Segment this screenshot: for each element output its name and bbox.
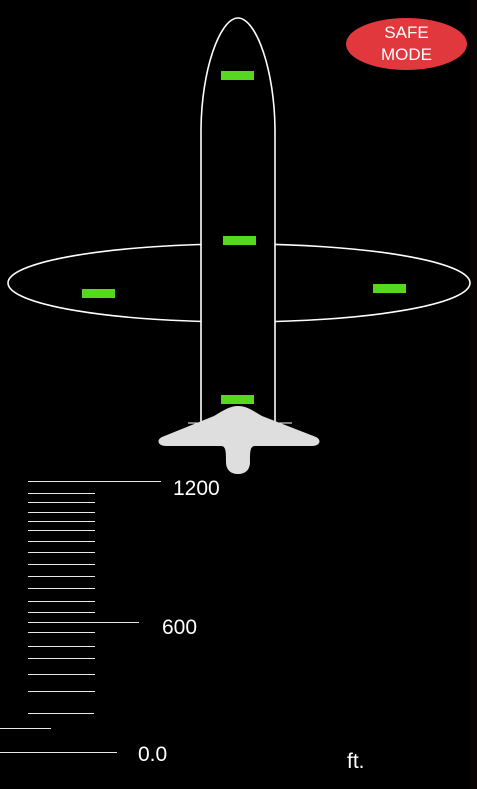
scale-tick xyxy=(28,521,95,522)
scale-tick xyxy=(28,713,94,714)
altitude-label-600: 600 xyxy=(162,616,198,639)
scale-tick xyxy=(28,612,95,613)
scale-tick xyxy=(28,588,95,589)
right-wing-indicator xyxy=(373,284,406,293)
aircraft-diagram xyxy=(7,17,471,474)
scale-tick xyxy=(28,564,95,565)
scale-tick xyxy=(28,552,95,553)
scale-tick xyxy=(28,646,95,647)
scale-tick xyxy=(28,658,95,659)
scale-tick-major-bottom xyxy=(0,752,117,753)
mid-fuselage-indicator xyxy=(223,236,256,245)
safe-mode-badge[interactable]: SAFE MODE xyxy=(346,18,467,70)
scale-tick xyxy=(28,576,95,577)
scale-tick xyxy=(28,512,95,513)
altitude-label-1200: 1200 xyxy=(173,477,220,500)
scale-tick xyxy=(28,530,95,531)
scale-tick xyxy=(28,493,95,494)
safe-mode-line2: MODE xyxy=(381,45,432,64)
scale-tick xyxy=(28,691,95,692)
scale-tick xyxy=(28,502,95,503)
nose-indicator xyxy=(221,71,254,80)
aft-fuselage-indicator xyxy=(221,395,254,404)
safe-mode-line1: SAFE xyxy=(384,23,429,42)
left-wing-indicator xyxy=(82,289,115,298)
altitude-label-zero: 0.0 xyxy=(138,743,168,766)
altitude-unit-label: ft. xyxy=(347,750,365,773)
tail-stabilizer xyxy=(158,406,320,474)
scale-tick xyxy=(28,632,95,633)
scale-tick-major-top xyxy=(28,481,161,482)
scale-tick xyxy=(0,728,51,729)
scale-tick xyxy=(28,541,95,542)
scale-tick xyxy=(28,601,95,602)
scale-tick-major-middle xyxy=(28,622,139,623)
scale-tick xyxy=(28,674,95,675)
